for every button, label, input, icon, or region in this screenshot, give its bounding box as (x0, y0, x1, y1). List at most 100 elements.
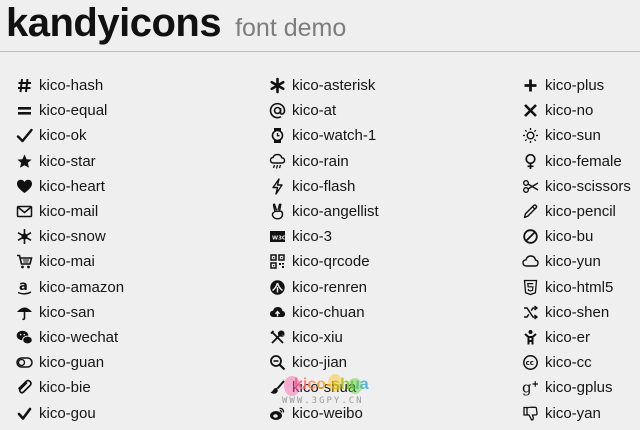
icon-class-name: kico-pencil (545, 203, 616, 221)
html5-icon (522, 279, 539, 296)
icon-class-name: kico-at (292, 102, 337, 120)
icon-list-item: kico-bie (16, 375, 124, 400)
icon-list-item: kico-mai (16, 249, 124, 274)
icon-class-name: kico-watch-1 (292, 127, 377, 145)
icon-class-name: kico-no (545, 102, 594, 120)
icon-column-1: kico-hash kico-equal kico-ok kico-star kico-… (16, 73, 124, 426)
icon-list-item: kico-guan (16, 350, 124, 375)
icon-class-name: kico-mail (39, 203, 99, 221)
sun-icon (522, 127, 539, 144)
icon-class-name: kico-angellist (292, 203, 379, 221)
icon-list-item: kico-asterisk (269, 73, 379, 98)
thumbs-down-icon (522, 405, 539, 422)
check-icon (16, 127, 33, 144)
angellist-icon (269, 203, 286, 220)
mail-icon (16, 203, 33, 220)
icon-list-item: kico-gou (16, 400, 124, 425)
svg-text:cc: cc (526, 359, 534, 367)
w3c-icon: W3C (269, 228, 286, 245)
icon-list-item: kico-watch-1 (269, 123, 379, 148)
star-icon (16, 153, 33, 170)
toggle-icon (16, 354, 33, 371)
icon-class-name: kico-flash (292, 177, 356, 195)
icon-list-item: kico-flash (269, 174, 379, 199)
icon-list-item: kico-hash (16, 73, 124, 98)
header-divider (0, 51, 640, 52)
icon-class-name: kico-chuan (292, 303, 365, 321)
icon-list-item: kico-angellist (269, 199, 379, 224)
icon-class-name: kico-rain (292, 152, 349, 170)
ban-icon (522, 228, 539, 245)
icon-class-name: kico-scissors (545, 177, 631, 195)
icon-class-name: kico-heart (39, 177, 105, 195)
icon-list-item: kico-qrcode (269, 249, 379, 274)
icon-class-name: kico-weibo (292, 404, 363, 422)
amazon-icon: a (16, 279, 33, 296)
cloud-icon (522, 253, 539, 270)
icon-class-name: kico-equal (39, 102, 108, 120)
icon-class-name: kico-hash (39, 77, 104, 95)
icon-list-item: kico-no (522, 98, 631, 123)
icon-list-item: cc kico-cc (522, 350, 631, 375)
close-icon (522, 102, 539, 119)
pencil-icon (522, 203, 539, 220)
child-icon (522, 329, 539, 346)
rain-cloud-icon (269, 153, 286, 170)
shuffle-icon (522, 304, 539, 321)
google-plus-icon: g (522, 379, 539, 396)
icon-class-name: kico-ok (39, 127, 87, 145)
icon-list-item: kico-plus (522, 73, 631, 98)
icon-list-item: kico-chuan (269, 300, 379, 325)
icon-list-item: g kico-gplus (522, 375, 631, 400)
icon-list-item: kico-mail (16, 199, 124, 224)
umbrella-icon (16, 304, 33, 321)
svg-text:W3C: W3C (272, 236, 286, 242)
icon-class-name: kico-snow (39, 228, 106, 246)
icon-list-item: kico-renren (269, 275, 379, 300)
icon-class-name: kico-gou (39, 404, 96, 422)
watch-icon (269, 127, 286, 144)
icon-class-name: kico-xiu (292, 328, 343, 346)
paperclip-icon (16, 379, 33, 396)
icon-class-name: kico-star (39, 152, 96, 170)
icon-class-name: kico-wechat (39, 328, 119, 346)
zoom-out-icon (269, 354, 286, 371)
at-icon (269, 102, 286, 119)
icon-class-name: kico-er (545, 328, 591, 346)
icon-class-name: kico-yan (545, 404, 601, 422)
icon-class-name: kico-renren (292, 278, 368, 296)
icon-list-item: kico-rain (269, 149, 379, 174)
snowflake-icon (16, 228, 33, 245)
cloud-upload-icon (269, 304, 286, 321)
icon-class-name: kico-san (39, 303, 95, 321)
icon-list-item: kico-snow (16, 224, 124, 249)
icon-list-item: kico-yun (522, 249, 631, 274)
icon-list-item: W3C kico-3 (269, 224, 379, 249)
icon-column-2: kico-asterisk kico-at kico-watch-1 kico-rai… (269, 73, 379, 426)
icon-class-name: kico-gplus (545, 379, 613, 397)
renren-icon (269, 279, 286, 296)
icon-list-item: kico-html5 (522, 275, 631, 300)
icon-list-item: kico-sun (522, 123, 631, 148)
weibo-icon (269, 405, 286, 422)
plus-icon (522, 77, 539, 94)
icon-list-item: kico-wechat (16, 325, 124, 350)
icon-list-item: kico-bu (522, 224, 631, 249)
scissors-icon (522, 178, 539, 195)
icon-class-name: kico-mai (39, 253, 95, 271)
icon-class-name: kico-amazon (39, 278, 125, 296)
icon-class-name: kico-female (545, 152, 622, 170)
icon-list-item: kico-shua (269, 375, 379, 400)
icon-list-item: kico-weibo (269, 400, 379, 425)
flash-icon (269, 178, 286, 195)
heart-icon (16, 178, 33, 195)
icon-class-name: kico-guan (39, 354, 105, 372)
icon-list-item: a kico-amazon (16, 275, 124, 300)
qrcode-icon (269, 253, 286, 270)
icon-class-name: kico-qrcode (292, 253, 370, 271)
icon-list-item: kico-xiu (269, 325, 379, 350)
icon-list-item: kico-jian (269, 350, 379, 375)
female-icon (522, 153, 539, 170)
svg-text:g: g (522, 379, 532, 396)
icon-list-item: kico-star (16, 149, 124, 174)
